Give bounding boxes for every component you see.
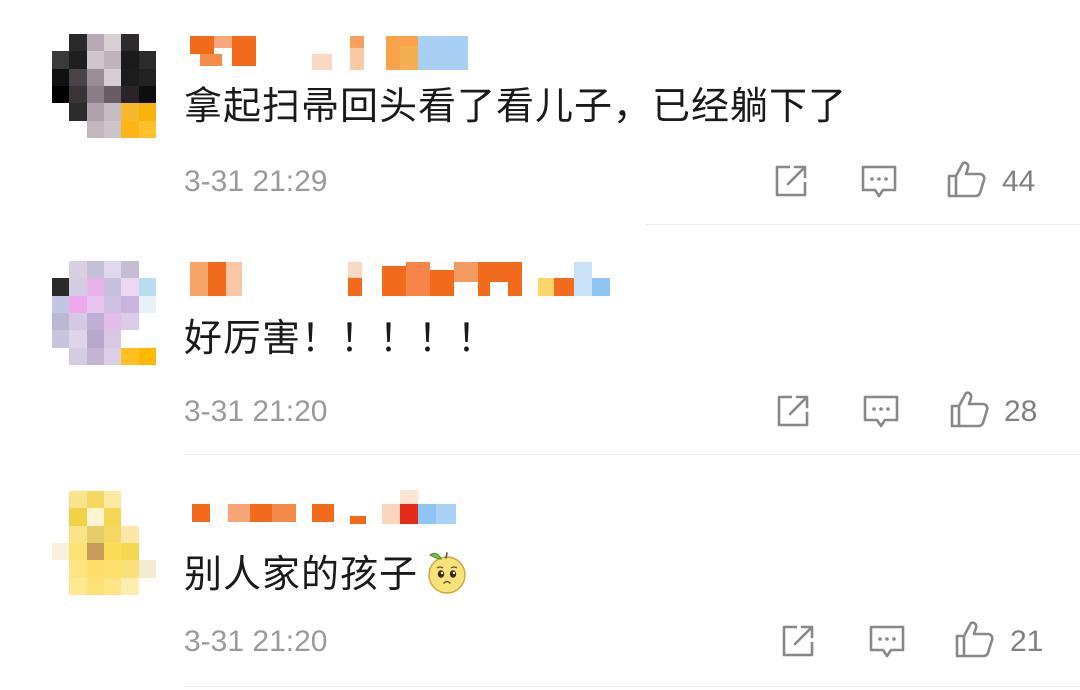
avatar[interactable] bbox=[52, 491, 156, 595]
divider bbox=[184, 454, 1080, 455]
share-icon[interactable] bbox=[770, 160, 812, 202]
comment-icon[interactable] bbox=[858, 160, 900, 202]
timestamp: 3-31 21:29 bbox=[184, 165, 328, 198]
thumbs-up-icon[interactable] bbox=[953, 618, 995, 660]
thumbs-up-icon[interactable] bbox=[945, 158, 987, 200]
like-count: 28 bbox=[1004, 395, 1038, 428]
avatar[interactable] bbox=[52, 261, 156, 365]
comment-text: 拿起扫帚回头看了看儿子，已经躺下了 bbox=[184, 84, 848, 128]
pleading-face-emoji bbox=[424, 549, 470, 595]
share-icon[interactable] bbox=[772, 390, 814, 432]
comment-text-content: 别人家的孩子 bbox=[184, 552, 419, 596]
divider bbox=[645, 224, 1080, 225]
divider bbox=[184, 686, 1080, 687]
username[interactable] bbox=[190, 262, 610, 298]
share-icon[interactable] bbox=[777, 620, 819, 662]
comment-icon[interactable] bbox=[860, 390, 902, 432]
like-count: 21 bbox=[1010, 625, 1044, 658]
like-count: 44 bbox=[1002, 165, 1036, 198]
comment-text: 好厉害！！！！！ bbox=[184, 316, 497, 360]
comment-text: 别人家的孩子 bbox=[184, 549, 470, 595]
timestamp: 3-31 21:20 bbox=[184, 625, 328, 658]
comment-item: 别人家的孩子 3-31 21:20 21 bbox=[0, 460, 1080, 690]
username[interactable] bbox=[190, 36, 480, 72]
timestamp: 3-31 21:20 bbox=[184, 395, 328, 428]
username[interactable] bbox=[190, 490, 480, 526]
comment-icon[interactable] bbox=[866, 620, 908, 662]
thumbs-up-icon[interactable] bbox=[948, 388, 990, 430]
avatar[interactable] bbox=[52, 34, 156, 138]
comment-item: 好厉害！！！！！ 3-31 21:20 28 bbox=[0, 230, 1080, 460]
comment-item: 拿起扫帚回头看了看儿子，已经躺下了 3-31 21:29 44 bbox=[0, 0, 1080, 230]
